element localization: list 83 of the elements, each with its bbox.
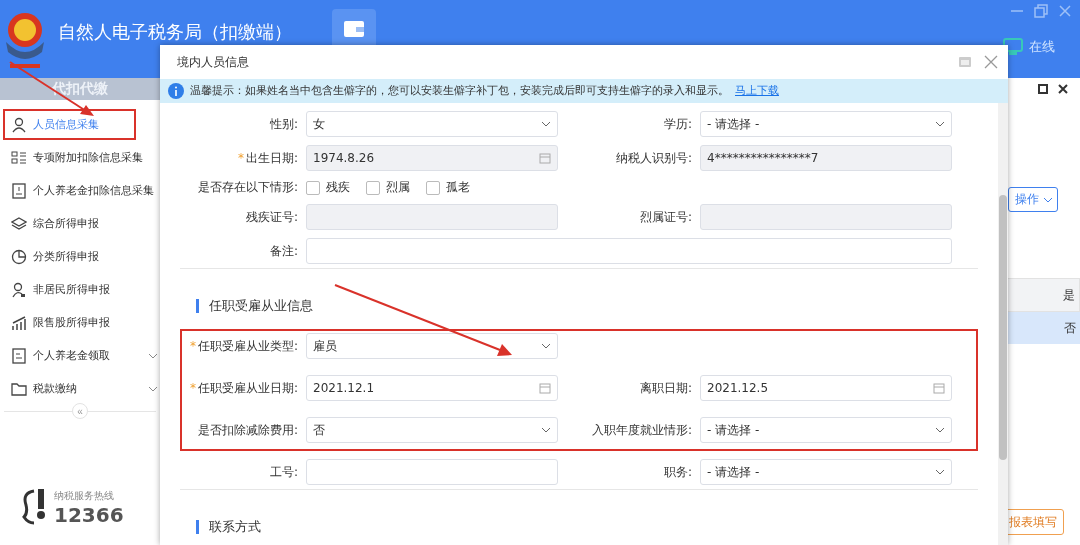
section-marker-icon bbox=[196, 299, 199, 313]
field-label: * 任职受雇从业日期: bbox=[188, 379, 298, 397]
field-label: 是否扣除减除费用: bbox=[196, 421, 298, 439]
app-title: 自然人电子税务局（扣缴端） bbox=[58, 20, 292, 44]
field-label: 是否存在以下情形: bbox=[196, 179, 298, 196]
monitor-icon bbox=[1003, 38, 1023, 56]
date-field[interactable]: 2021.12.5 bbox=[700, 375, 952, 401]
field-label: 性别: bbox=[268, 115, 298, 133]
chevron-down-icon bbox=[148, 385, 158, 392]
select-field[interactable]: - 请选择 - bbox=[700, 111, 952, 137]
calendar-icon bbox=[933, 382, 945, 394]
bar-chart-icon bbox=[11, 314, 27, 331]
checkbox[interactable] bbox=[306, 180, 320, 195]
folder-icon bbox=[11, 380, 27, 397]
sidebar-item[interactable]: 限售股所得申报 bbox=[3, 307, 160, 338]
chevron-down-icon bbox=[541, 343, 551, 349]
layers-icon bbox=[11, 215, 27, 232]
section-title: 任职受雇从业信息 bbox=[209, 297, 313, 315]
field-label: * 出生日期: bbox=[236, 149, 298, 167]
date-field[interactable]: 2021.12.1 bbox=[306, 375, 558, 401]
chevron-down-icon bbox=[935, 427, 945, 433]
close-icon[interactable] bbox=[1058, 84, 1068, 94]
download-link[interactable]: 马上下载 bbox=[735, 84, 779, 98]
field-label: 职务: bbox=[662, 463, 692, 481]
field-label: * 任职受雇从业类型: bbox=[188, 337, 298, 355]
chevron-down-icon bbox=[935, 121, 945, 127]
chevron-down-icon bbox=[1043, 196, 1053, 203]
tip-text: 温馨提示：如果姓名当中包含生僻字的，您可以安装生僻字补丁包，安装完成后即可支持生僻字的录入和显示。 bbox=[190, 84, 729, 98]
person-icon bbox=[11, 116, 27, 133]
dialog-title: 境内人员信息 bbox=[177, 53, 250, 71]
window-icon[interactable] bbox=[958, 56, 972, 68]
sidebar-item[interactable]: 分类所得申报 bbox=[3, 241, 160, 272]
section-title: 联系方式 bbox=[209, 518, 261, 536]
scrollbar[interactable] bbox=[998, 103, 1008, 545]
select-field[interactable]: - 请选择 - bbox=[700, 417, 952, 443]
person-icon bbox=[11, 281, 27, 298]
field-label: 学历: bbox=[662, 115, 692, 133]
calendar-icon bbox=[539, 152, 551, 164]
operate-button[interactable]: 操作 bbox=[1008, 187, 1058, 212]
hotline-label: 纳税服务热线 bbox=[54, 489, 115, 503]
checkbox[interactable] bbox=[426, 180, 440, 195]
text-field[interactable] bbox=[306, 459, 558, 485]
chevron-down-icon bbox=[935, 469, 945, 475]
select-field[interactable]: - 请选择 - bbox=[700, 459, 952, 485]
sidebar-item[interactable]: 专项附加扣除信息采集 bbox=[3, 142, 160, 173]
chevron-down-icon bbox=[541, 427, 551, 433]
status-text: 在线 bbox=[1029, 38, 1055, 56]
select-field[interactable]: 雇员 bbox=[306, 333, 558, 359]
document-icon bbox=[11, 182, 27, 199]
calendar-icon bbox=[539, 382, 551, 394]
field-label: 烈属证号: bbox=[638, 208, 692, 226]
sidebar-item[interactable]: 个人养老金扣除信息采集 bbox=[3, 175, 160, 206]
restore-icon[interactable] bbox=[1034, 4, 1048, 18]
scrollbar-thumb[interactable] bbox=[999, 195, 1007, 460]
sidebar-item[interactable]: 人员信息采集 bbox=[3, 109, 136, 140]
document-icon bbox=[11, 347, 27, 364]
section-marker-icon bbox=[196, 520, 199, 534]
text-field[interactable] bbox=[306, 238, 952, 264]
column-header: 是 bbox=[1006, 278, 1080, 312]
sidebar-item[interactable]: 非居民所得申报 bbox=[3, 274, 160, 305]
list-icon bbox=[11, 149, 27, 166]
table-cell[interactable]: 否 bbox=[1006, 312, 1080, 344]
field-label: 工号: bbox=[268, 463, 298, 481]
checkbox-label: 孤老 bbox=[446, 179, 470, 196]
checkbox-label: 烈属 bbox=[386, 179, 410, 196]
field-label: 残疾证号: bbox=[244, 208, 298, 226]
info-icon bbox=[168, 83, 184, 99]
checkbox[interactable] bbox=[366, 180, 380, 195]
sidebar-item[interactable]: 税款缴纳 bbox=[3, 373, 160, 404]
chevron-down-icon bbox=[541, 121, 551, 127]
field-label: 备注: bbox=[268, 242, 298, 260]
field-label: 离职日期: bbox=[638, 379, 692, 397]
hotline-number: 12366 bbox=[54, 503, 124, 527]
sidebar-item[interactable]: 综合所得申报 bbox=[3, 208, 160, 239]
select-field[interactable]: 否 bbox=[306, 417, 558, 443]
checkbox-label: 残疾 bbox=[326, 179, 350, 196]
select-field[interactable]: 女 bbox=[306, 111, 558, 137]
pie-chart-icon bbox=[11, 248, 27, 265]
field-label: 纳税人识别号: bbox=[614, 149, 692, 167]
sidebar-item[interactable]: 个人养老金领取 bbox=[3, 340, 160, 371]
field-label: 入职年度就业情形: bbox=[590, 421, 692, 439]
chevron-down-icon bbox=[148, 352, 158, 359]
maximize-icon[interactable] bbox=[1038, 84, 1048, 94]
